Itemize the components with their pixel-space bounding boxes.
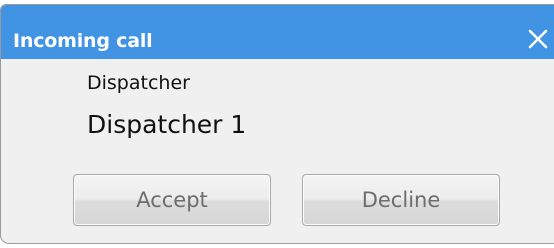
- close-icon[interactable]: [521, 22, 553, 54]
- dialog-titlebar: Incoming call: [1, 5, 554, 59]
- caller-name: Dispatcher 1: [87, 110, 247, 139]
- dialog-title: Incoming call: [13, 30, 153, 52]
- caller-type-label: Dispatcher: [87, 72, 190, 94]
- decline-button[interactable]: Decline: [302, 174, 500, 226]
- accept-button[interactable]: Accept: [73, 174, 271, 226]
- incoming-call-dialog: Incoming call Dispatcher Dispatcher 1 Ac…: [0, 4, 554, 244]
